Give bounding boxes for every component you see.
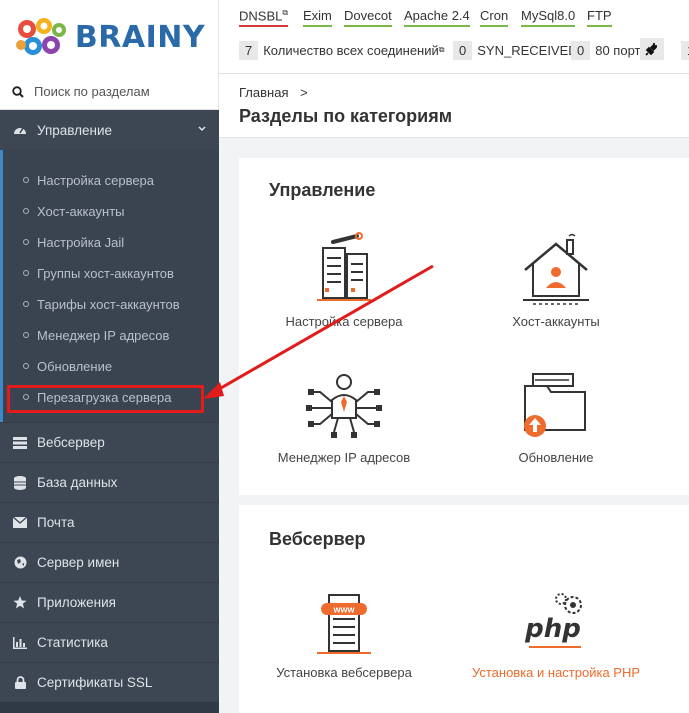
bullet-icon (23, 363, 29, 369)
tile-server-settings[interactable]: Настройка сервера (254, 232, 434, 329)
logo[interactable]: BRAINY (0, 0, 219, 74)
app-root: BRAINY Поиск по разделам Управление Наст… (0, 0, 689, 713)
stat-port-80[interactable]: 0 80 порт (571, 39, 640, 61)
sidebar-item-nameserver[interactable]: Сервер имен (0, 542, 219, 582)
submenu-item-host-tariffs[interactable]: Тарифы хост-аккаунтов (23, 294, 180, 314)
network-manager-icon (306, 374, 382, 438)
search-input[interactable]: Поиск по разделам (34, 84, 150, 99)
php-icon: php (524, 593, 582, 648)
bullet-icon (23, 208, 29, 214)
category-card-management: Управление Настройка сервера Хост-аккаун… (239, 158, 689, 495)
plug-icon (645, 43, 658, 56)
tile-label: Менеджер IP адресов (277, 450, 411, 465)
service-ftp[interactable]: FTP (587, 8, 612, 27)
plug-button[interactable] (640, 38, 664, 60)
logo-text: BRAINY (74, 19, 206, 55)
sidebar-item-mail[interactable]: Почта (0, 502, 219, 542)
service-apache[interactable]: Apache 2.4 (404, 8, 470, 27)
svg-text:www: www (332, 605, 355, 615)
dashboard-icon (13, 123, 27, 138)
server-icon (13, 436, 27, 449)
breadcrumb-separator: > (300, 85, 308, 100)
service-mysql[interactable]: MySql8.0 (521, 8, 576, 27)
sidebar-section-management[interactable]: Управление (0, 110, 219, 150)
bullet-icon (23, 239, 29, 245)
svg-text:php: php (524, 614, 581, 644)
tile-label: Установка и настройка PHP (471, 665, 641, 680)
breadcrumb: Главная > (239, 85, 308, 100)
submenu-item-jail-settings[interactable]: Настройка Jail (23, 232, 124, 252)
bar-chart-icon (13, 636, 27, 649)
star-icon (13, 596, 27, 609)
chevron-down-icon (198, 126, 206, 132)
breadcrumb-home-link[interactable]: Главная (239, 85, 288, 100)
sidebar-item-database[interactable]: База данных (0, 462, 219, 502)
external-link-icon: ⧉ (438, 45, 445, 54)
globe-icon (13, 556, 27, 569)
submenu-item-ip-manager[interactable]: Менеджер IP адресов (23, 325, 169, 345)
submenu-item-update[interactable]: Обновление (23, 356, 112, 376)
stat-connections[interactable]: 7 Количество всех соединений ⧉ (239, 39, 444, 61)
gears-logo-icon (15, 18, 66, 55)
submenu-item-host-accounts[interactable]: Хост-аккаунты (23, 201, 125, 221)
sidebar-item-webserver[interactable]: Вебсервер (0, 422, 219, 462)
tile-install-php[interactable]: php Установка и настройка PHP (466, 591, 646, 680)
page-title: Разделы по категориям (239, 106, 453, 126)
bullet-icon (23, 177, 29, 183)
main-content: Главная > Разделы по категориям Управлен… (219, 74, 689, 713)
sidebar-item-statistics[interactable]: Статистика (0, 622, 219, 662)
tile-label: Хост-аккаунты (512, 314, 600, 329)
stat-syn-received[interactable]: 0 SYN_RECEIVED (453, 39, 578, 61)
submenu-item-host-groups[interactable]: Группы хост-аккаунтов (23, 263, 174, 283)
bullet-icon (23, 332, 29, 338)
sidebar-section-label: Управление (37, 122, 113, 138)
page-header: Главная > Разделы по категориям (219, 74, 689, 138)
service-dovecot[interactable]: Dovecot (344, 8, 392, 27)
tile-label: Настройка сервера (285, 314, 403, 329)
database-icon (13, 475, 27, 490)
sidebar-item-ssl[interactable]: Сертификаты SSL (0, 662, 219, 702)
envelope-icon (13, 517, 27, 528)
bullet-icon (23, 270, 29, 276)
tile-update[interactable]: Обновление (466, 368, 646, 465)
tile-label: Установка вебсервера (276, 665, 412, 680)
server-settings-icon (317, 232, 371, 301)
sidebar: BRAINY Поиск по разделам Управление Наст… (0, 0, 219, 713)
service-exim[interactable]: Exim (303, 8, 332, 27)
www-server-icon: www (317, 594, 371, 654)
card-title: Вебсервер (269, 529, 366, 549)
top-status-bar: DNSBL⧉ Exim Dovecot Apache 2.4 Cron MySq… (219, 0, 689, 74)
external-link-icon: ⧉ (282, 8, 289, 17)
stat-cut-off: 1 (681, 39, 689, 61)
submenu-item-server-settings[interactable]: Настройка сервера (23, 170, 154, 190)
search-icon (12, 85, 24, 98)
search-box[interactable]: Поиск по разделам (0, 74, 219, 110)
sidebar-submenu: Настройка сервера Хост-аккаунты Настройк… (0, 150, 219, 422)
bullet-icon (23, 301, 29, 307)
service-dnsbl[interactable]: DNSBL⧉ (239, 8, 289, 28)
lock-icon (13, 676, 27, 689)
tile-install-webserver[interactable]: www Установка вебсервера (254, 591, 434, 680)
tile-ip-manager[interactable]: Менеджер IP адресов (254, 368, 434, 465)
service-cron[interactable]: Cron (480, 8, 509, 27)
folder-update-icon (524, 373, 586, 437)
category-card-webserver: Вебсервер www Установка вебсервера php У… (239, 505, 689, 713)
house-icon (523, 233, 589, 305)
tile-host-accounts[interactable]: Хост-аккаунты (466, 232, 646, 329)
tile-label: Обновление (518, 450, 594, 465)
highlight-box (7, 385, 204, 413)
card-title: Управление (269, 180, 376, 200)
sidebar-item-applications[interactable]: Приложения (0, 582, 219, 622)
